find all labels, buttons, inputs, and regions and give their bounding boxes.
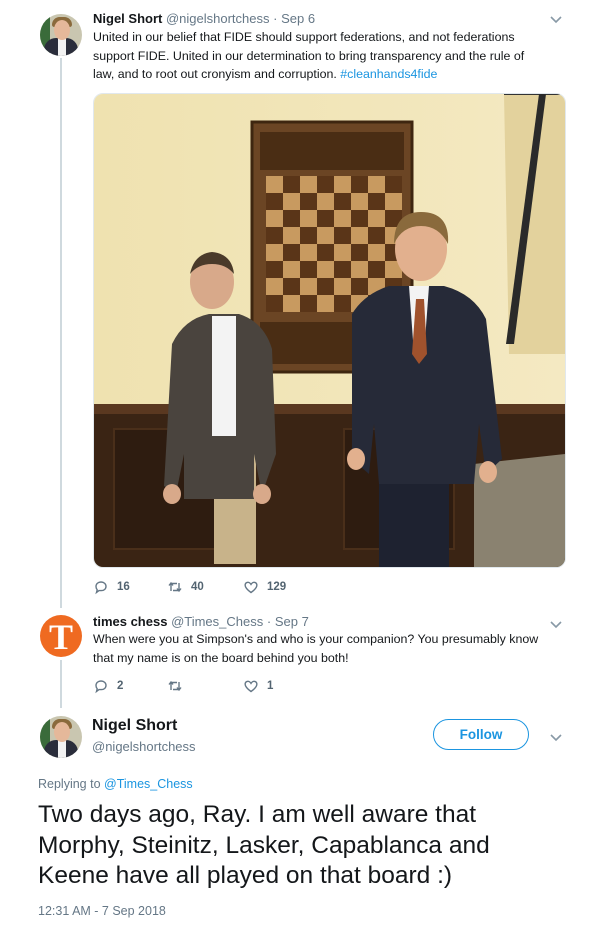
tweet-timestamp[interactable]: 12:31 AM - 7 Sep 2018 xyxy=(38,904,166,918)
avatar-letter: T xyxy=(48,617,73,657)
retweet-button[interactable] xyxy=(167,678,243,694)
like-count: 129 xyxy=(267,581,287,593)
like-count: 1 xyxy=(267,680,274,692)
text-line: When were you at Simpson's and who is yo… xyxy=(93,632,539,646)
tweet-text: When were you at Simpson's and who is yo… xyxy=(93,630,573,667)
text-line: support FIDE. United in our determinatio… xyxy=(93,48,525,63)
reply-button[interactable]: 16 xyxy=(93,579,167,595)
tweet-date[interactable]: Sep 7 xyxy=(275,614,309,629)
tweet-text: United in our belief that FIDE should su… xyxy=(93,28,573,84)
avatar[interactable] xyxy=(40,716,82,758)
avatar[interactable] xyxy=(40,14,82,56)
user-handle[interactable]: @Times_Chess xyxy=(171,614,263,629)
replying-to: Replying to @Times_Chess xyxy=(38,777,193,791)
text-line: Morphy, Steinitz, Lasker, Capablanca and xyxy=(38,831,490,859)
reply-icon xyxy=(95,581,107,595)
chevron-down-icon[interactable] xyxy=(548,11,564,27)
thread-line xyxy=(60,58,62,608)
tweet-actions: 2 1 xyxy=(93,678,273,694)
text-line: United in our belief that FIDE should su… xyxy=(93,30,515,44)
follow-button[interactable]: Follow xyxy=(433,719,529,750)
reply-button[interactable]: 2 xyxy=(93,678,167,694)
reply-count: 2 xyxy=(117,680,124,692)
user-handle[interactable]: @nigelshortchess xyxy=(92,739,196,754)
retweet-count: 40 xyxy=(191,581,204,593)
tweet-actions: 16 40 129 xyxy=(93,579,286,595)
tweet-date[interactable]: Sep 6 xyxy=(281,11,315,26)
display-name[interactable]: Nigel Short xyxy=(93,11,162,26)
avatar[interactable]: T xyxy=(40,615,82,657)
retweet-button[interactable]: 40 xyxy=(167,579,243,595)
heart-icon xyxy=(244,581,258,594)
retweet-icon xyxy=(168,581,182,593)
text-line: Keene have all played on that board :) xyxy=(38,862,453,889)
reply-count: 16 xyxy=(117,581,130,593)
tweet-header: times chess @Times_Chess · Sep 7 xyxy=(93,614,309,629)
like-button[interactable]: 1 xyxy=(243,678,273,694)
reply-icon xyxy=(95,680,107,694)
text-line: law, and to root out cronyism and corrup… xyxy=(93,67,438,81)
replying-to-link[interactable]: @Times_Chess xyxy=(104,777,193,791)
thread-line xyxy=(60,660,62,708)
display-name[interactable]: Nigel Short xyxy=(92,717,177,735)
retweet-icon xyxy=(168,680,182,692)
text-line: Two days ago, Ray. I am well aware that xyxy=(38,801,477,828)
heart-icon xyxy=(244,680,258,693)
text-line: that my name is on the board behind you … xyxy=(93,650,349,665)
chevron-down-icon[interactable] xyxy=(548,729,564,745)
tweet-header: Nigel Short @nigelshortchess · Sep 6 xyxy=(93,11,315,26)
separator: · xyxy=(266,614,272,629)
like-button[interactable]: 129 xyxy=(243,579,286,595)
display-name[interactable]: times chess xyxy=(93,614,167,629)
user-handle[interactable]: @nigelshortchess xyxy=(166,11,270,26)
hashtag-link[interactable]: #cleanhands4fide xyxy=(340,67,437,81)
tweet-photo[interactable] xyxy=(93,93,566,568)
tweet-text: Two days ago, Ray. I am well aware that … xyxy=(38,800,578,892)
separator: · xyxy=(273,11,278,26)
